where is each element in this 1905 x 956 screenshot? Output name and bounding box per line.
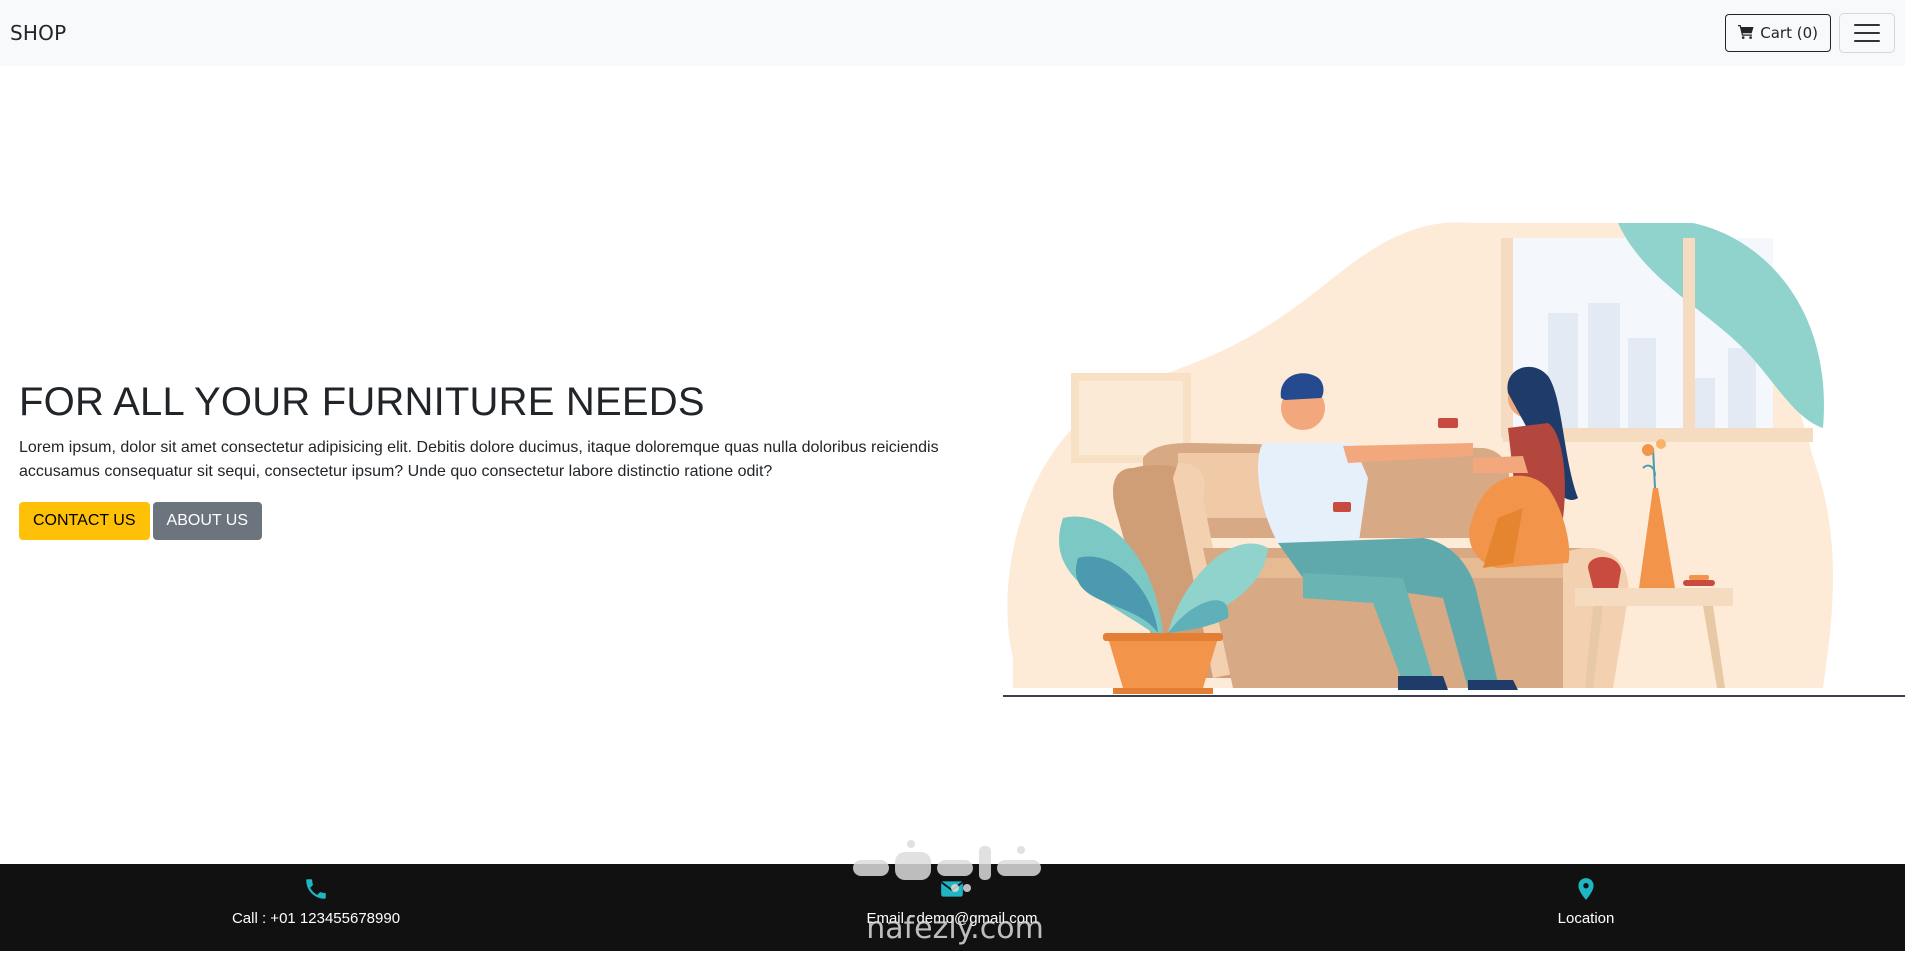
footer-location-label: Location — [1557, 910, 1615, 927]
envelope-icon — [939, 876, 965, 902]
brand-logo[interactable]: SHOP — [10, 21, 66, 45]
phone-icon — [303, 876, 329, 902]
hero-section: FOR ALL YOUR FURNITURE NEEDS Lorem ipsum… — [19, 378, 979, 540]
footer: Call : +01 123455678990 Email : demo@gma… — [0, 864, 1905, 951]
shopping-cart-icon — [1738, 24, 1754, 43]
hamburger-menu-icon — [1854, 24, 1880, 26]
hero-buttons: CONTACT US ABOUT US — [19, 502, 979, 540]
footer-call-label: Call : +01 123455678990 — [231, 910, 401, 927]
cart-label: Cart (0) — [1760, 24, 1818, 42]
footer-location[interactable]: Location — [1426, 876, 1746, 927]
hero-description: Lorem ipsum, dolor sit amet consectetur … — [19, 439, 939, 480]
footer-email-label: Email : demo@gmail.com — [866, 910, 1038, 927]
cart-button[interactable]: Cart (0) — [1725, 14, 1831, 52]
about-us-button[interactable]: ABOUT US — [152, 502, 263, 540]
navbar-actions: Cart (0) — [1725, 13, 1895, 53]
contact-us-button[interactable]: CONTACT US — [19, 502, 150, 540]
map-marker-icon — [1573, 876, 1599, 902]
hero-illustration — [1003, 218, 1905, 698]
footer-email[interactable]: Email : demo@gmail.com — [792, 876, 1112, 927]
navbar: SHOP Cart (0) — [0, 0, 1905, 66]
footer-call[interactable]: Call : +01 123455678990 — [156, 876, 476, 927]
hero-title: FOR ALL YOUR FURNITURE NEEDS — [19, 380, 705, 424]
hamburger-menu-button[interactable] — [1839, 13, 1895, 53]
